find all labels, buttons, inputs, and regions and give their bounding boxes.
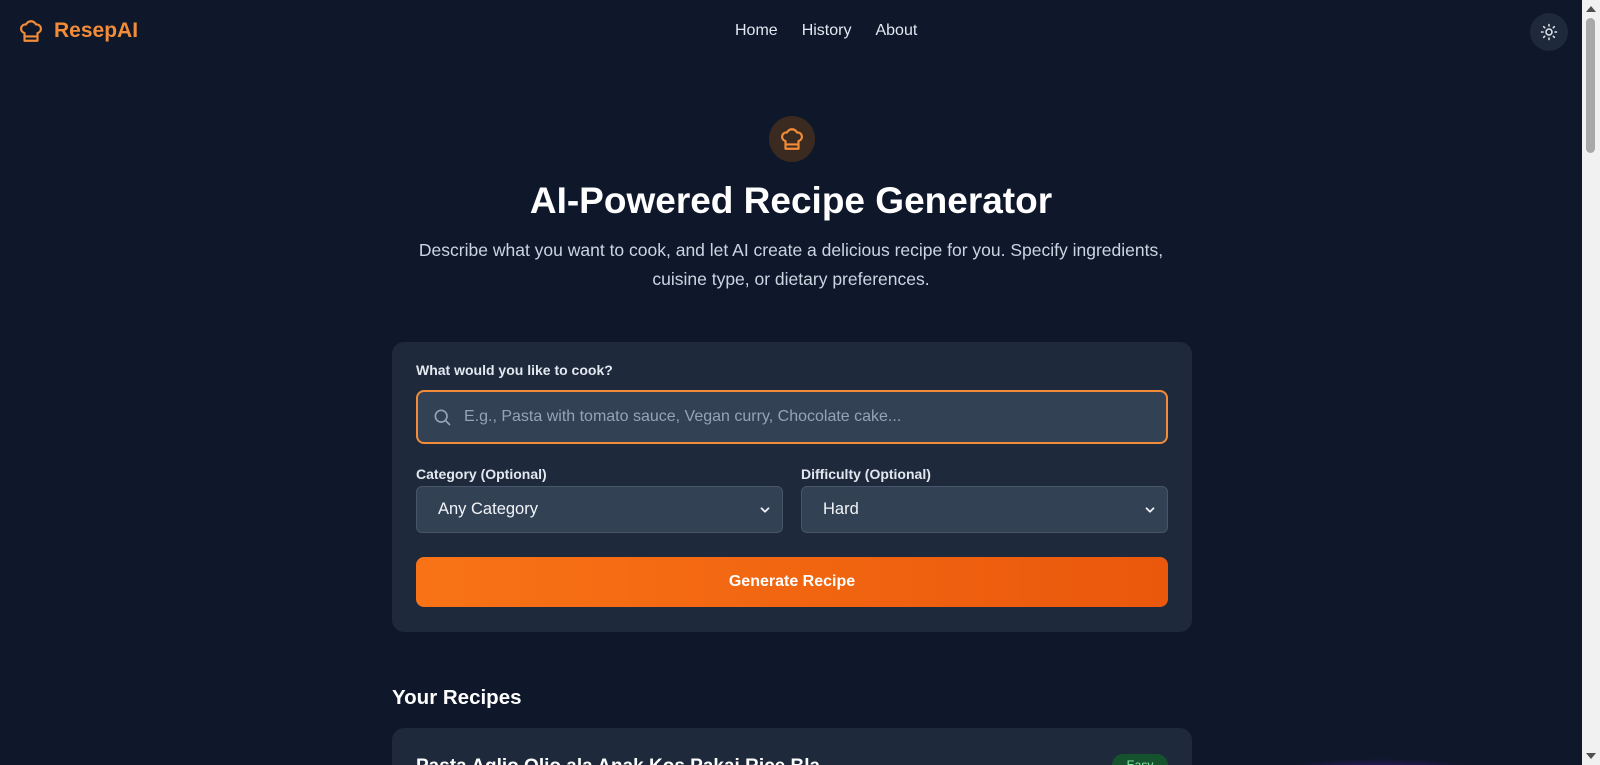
generate-recipe-button[interactable]: Generate Recipe: [416, 557, 1168, 607]
recipe-card[interactable]: Pasta Aglio Olio ala Anak Kos Pakai Rice…: [392, 728, 1192, 765]
scroll-up-arrow-icon[interactable]: [1586, 6, 1596, 12]
category-select[interactable]: Any Category: [416, 486, 783, 533]
scroll-thumb[interactable]: [1586, 18, 1595, 153]
chef-hat-icon: [781, 128, 803, 150]
background-glow: [1260, 758, 1500, 765]
difficulty-label: Difficulty (Optional): [801, 466, 931, 482]
prompt-field[interactable]: [416, 390, 1168, 444]
navbar: ResepAI Home History About: [0, 0, 1582, 64]
prompt-input[interactable]: [452, 392, 1166, 442]
scrollbar[interactable]: [1582, 0, 1600, 765]
page-title: AI-Powered Recipe Generator: [529, 180, 1053, 221]
page-subtitle: Describe what you want to cook, and let …: [418, 240, 1164, 289]
brand-name: ResepAI: [54, 19, 139, 42]
prompt-label: What would you like to cook?: [416, 362, 613, 378]
difficulty-badge: Easy: [1112, 754, 1168, 765]
nav-history[interactable]: History: [802, 22, 852, 40]
hero-icon-badge: [769, 116, 815, 162]
nav-home[interactable]: Home: [735, 22, 778, 40]
recipes-heading: Your Recipes: [392, 686, 522, 709]
scroll-down-arrow-icon[interactable]: [1586, 753, 1596, 759]
recipe-title: Pasta Aglio Olio ala Anak Kos Pakai Rice…: [416, 756, 820, 765]
sun-icon: [1540, 23, 1558, 41]
search-icon: [434, 409, 451, 426]
theme-toggle-button[interactable]: [1530, 13, 1568, 51]
nav-about[interactable]: About: [875, 22, 917, 40]
category-value: Any Category: [438, 500, 538, 518]
chef-hat-icon: [20, 20, 42, 42]
difficulty-select[interactable]: Hard: [801, 486, 1168, 533]
chevron-down-icon: [1145, 507, 1155, 513]
nav-links: Home History About: [735, 22, 917, 40]
category-label: Category (Optional): [416, 466, 547, 482]
recipe-form-card: What would you like to cook? Category (O…: [392, 342, 1192, 632]
difficulty-value: Hard: [823, 500, 859, 518]
brand-logo[interactable]: ResepAI: [18, 18, 138, 44]
chevron-down-icon: [760, 507, 770, 513]
